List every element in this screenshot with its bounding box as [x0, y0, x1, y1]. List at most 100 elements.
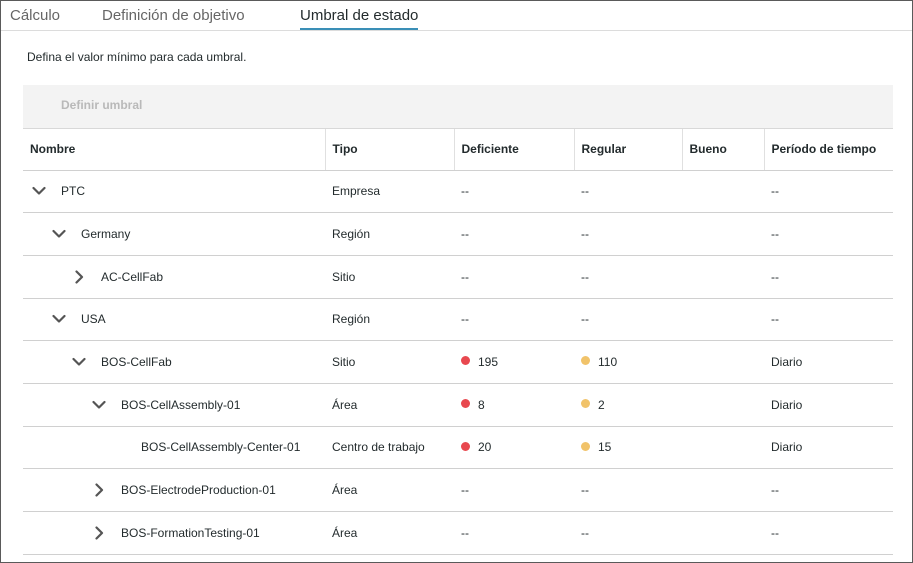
cell-tipo: Área: [325, 383, 454, 427]
cell-tipo: Sitio: [325, 340, 454, 384]
tab-bar: Cálculo Definición de objetivo Umbral de…: [1, 1, 912, 31]
row-name-label: Germany: [81, 227, 131, 242]
cell-deficiente: --: [454, 170, 574, 214]
chevron-down-icon[interactable]: [69, 354, 89, 370]
cell-deficiente-value: 8: [478, 397, 485, 412]
tab-calculo[interactable]: Cálculo: [10, 7, 60, 24]
cell-regular: --: [574, 255, 682, 299]
table-row[interactable]: BOS-ElectrodeProduction-01 Área -- -- --: [23, 468, 893, 512]
chevron-right-icon[interactable]: [89, 482, 109, 498]
table-row[interactable]: BOS-CellFab Sitio 195 110 Diario: [23, 340, 893, 384]
column-header-bueno[interactable]: Bueno: [681, 129, 764, 171]
cell-deficiente: --: [454, 255, 574, 299]
define-threshold-button[interactable]: Definir umbral: [61, 98, 142, 112]
cell-periodo: --: [764, 511, 893, 555]
table-row[interactable]: Germany Región -- -- --: [23, 212, 893, 256]
cell-deficiente-value: --: [461, 312, 469, 327]
chevron-down-icon[interactable]: [49, 226, 69, 242]
status-dot-icon: [461, 441, 470, 451]
toolbar: Definir umbral: [23, 85, 893, 129]
cell-periodo-value: Diario: [771, 355, 803, 370]
cell-periodo: --: [764, 468, 893, 512]
cell-nombre: USA: [23, 298, 325, 342]
cell-deficiente: 8: [454, 383, 574, 427]
cell-regular: --: [574, 511, 682, 555]
threshold-table: Nombre Tipo Deficiente Regular Bueno Per…: [23, 129, 893, 555]
cell-bueno: [682, 255, 764, 299]
chevron-right-icon[interactable]: [89, 525, 109, 541]
cell-periodo-value: --: [771, 184, 779, 199]
column-header-nombre[interactable]: Nombre: [23, 129, 325, 171]
cell-tipo-value: Empresa: [332, 184, 381, 199]
tab-umbral-estado[interactable]: Umbral de estado: [300, 7, 419, 30]
cell-deficiente-value: --: [461, 227, 469, 242]
table-row[interactable]: PTC Empresa -- -- --: [23, 170, 893, 214]
cell-tipo: Sitio: [325, 255, 454, 299]
cell-deficiente-value: 20: [478, 440, 492, 455]
cell-tipo-value: Región: [332, 227, 371, 242]
column-header-periodo[interactable]: Período de tiempo: [763, 129, 893, 171]
cell-bueno: [682, 212, 764, 256]
cell-deficiente-value: 195: [478, 354, 499, 369]
cell-periodo: --: [764, 255, 893, 299]
cell-tipo: Región: [325, 212, 454, 256]
cell-regular-value: 15: [598, 440, 612, 455]
cell-regular-value: --: [581, 227, 589, 242]
cell-bueno: [682, 426, 764, 470]
chevron-down-icon[interactable]: [89, 397, 109, 413]
cell-periodo: --: [764, 170, 893, 214]
cell-tipo-value: Región: [332, 312, 371, 327]
cell-tipo-value: Sitio: [332, 355, 356, 370]
cell-periodo-value: Diario: [771, 440, 803, 455]
cell-bueno: [682, 383, 764, 427]
cell-deficiente-value: --: [461, 483, 469, 498]
cell-regular-value: 110: [598, 354, 618, 369]
column-header-deficiente[interactable]: Deficiente: [453, 129, 574, 171]
cell-regular-value: --: [581, 525, 589, 540]
table-row[interactable]: BOS-CellAssembly-Center-01 Centro de trab…: [23, 426, 893, 470]
cell-tipo: Centro de trabajo: [325, 426, 454, 470]
table-row[interactable]: AC-CellFab Sitio -- -- --: [23, 255, 893, 299]
cell-regular: --: [574, 298, 682, 342]
table-row[interactable]: BOS-CellAssembly-01 Área 8 2 Diario: [23, 383, 893, 427]
cell-bueno: [682, 340, 764, 384]
cell-tipo: Región: [325, 298, 454, 342]
row-name-label: USA: [81, 312, 106, 327]
cell-deficiente-value: --: [461, 269, 469, 284]
cell-tipo: Área: [325, 511, 454, 555]
tab-definicion-objetivo[interactable]: Definición de objetivo: [102, 7, 245, 24]
cell-regular-value: --: [581, 184, 589, 199]
cell-tipo-value: Centro de trabajo: [332, 440, 425, 455]
table-body: PTC Empresa -- -- -- Germany Región -- -- -- AC-Ce…: [23, 170, 893, 555]
column-header-tipo[interactable]: Tipo: [324, 129, 454, 171]
cell-tipo-value: Área: [332, 397, 358, 412]
status-dot-icon: [581, 356, 590, 366]
row-name-label: BOS-CellAssembly-01: [121, 397, 241, 412]
table-header-row: Nombre Tipo Deficiente Regular Bueno Per…: [23, 129, 893, 171]
cell-nombre: BOS-CellAssembly-01: [23, 383, 325, 427]
cell-nombre: AC-CellFab: [23, 255, 325, 299]
column-header-regular[interactable]: Regular: [573, 129, 682, 171]
cell-deficiente: --: [454, 212, 574, 256]
cell-nombre: BOS-CellFab: [23, 340, 325, 384]
chevron-down-icon[interactable]: [49, 311, 69, 327]
cell-bueno: [682, 468, 764, 512]
cell-regular: 2: [574, 383, 682, 427]
cell-regular-value: --: [581, 269, 589, 284]
table-row[interactable]: BOS-FormationTesting-01 Área -- -- --: [23, 511, 893, 555]
cell-nombre: BOS-FormationTesting-01: [23, 511, 325, 555]
cell-periodo-value: --: [771, 483, 779, 498]
row-name-label: BOS-FormationTesting-01: [121, 525, 260, 540]
cell-periodo-value: --: [771, 269, 779, 284]
chevron-right-icon[interactable]: [69, 269, 89, 285]
chevron-down-icon[interactable]: [29, 183, 49, 199]
cell-bueno: [682, 511, 764, 555]
cell-tipo: Empresa: [325, 170, 454, 214]
cell-regular: 15: [574, 426, 682, 470]
cell-tipo-value: Área: [332, 525, 358, 540]
cell-regular: --: [574, 212, 682, 256]
row-name-label: BOS-ElectrodeProduction-01: [121, 483, 276, 498]
table-row[interactable]: USA Región -- -- --: [23, 298, 893, 342]
cell-periodo: --: [764, 212, 893, 256]
